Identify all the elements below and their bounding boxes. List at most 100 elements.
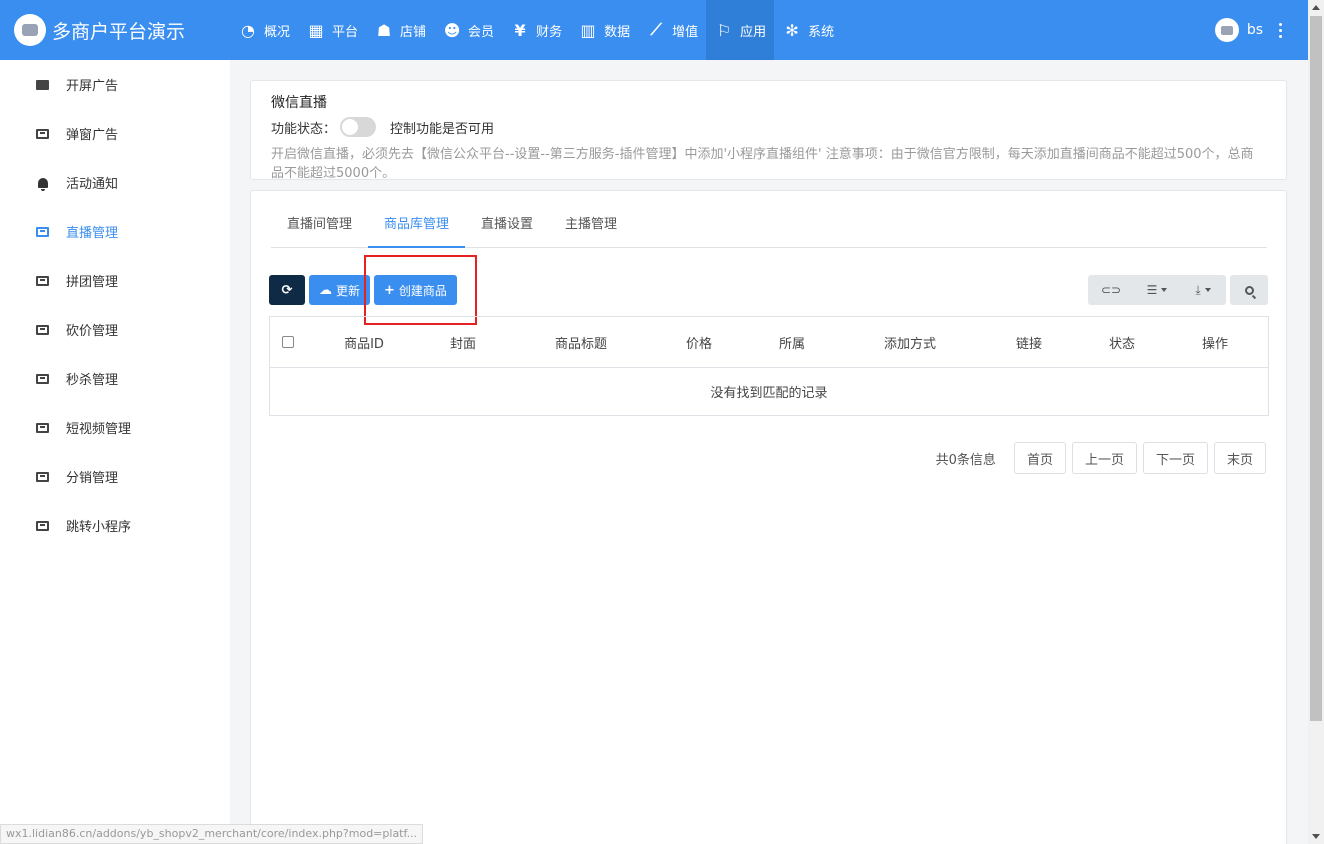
toolbar-right: ⊂⊃ ☰ ⤓ (1088, 275, 1268, 305)
empty-state: 没有找到匹配的记录 (710, 386, 828, 401)
column-header[interactable]: 商品ID (306, 333, 422, 352)
nav-label: 店铺 (400, 24, 427, 40)
ad-icon (36, 520, 49, 531)
tab-anchors[interactable]: 主播管理 (549, 207, 633, 248)
table-tools: ⊂⊃ ☰ ⤓ (1088, 275, 1226, 305)
sidebar-item-label: 砍价管理 (66, 324, 119, 339)
select-all-checkbox[interactable] (282, 336, 294, 348)
tab-live-rooms[interactable]: 直播间管理 (271, 207, 368, 248)
last-page-button[interactable]: 末页 (1213, 442, 1266, 474)
sidebar-item-splash-ad[interactable]: 开屏广告 (0, 60, 230, 109)
scroll-thumb[interactable] (1310, 16, 1322, 721)
nav-item-data[interactable]: ▥ 数据 (570, 0, 638, 60)
card-title: 微信直播 (271, 95, 327, 111)
brand-title: 多商户平台演示 (52, 20, 186, 43)
column-header[interactable]: 状态 (1082, 333, 1162, 352)
ad-icon (36, 128, 49, 139)
nav-item-apps[interactable]: ⚐ 应用 (706, 0, 775, 60)
first-page-button[interactable]: 首页 (1013, 442, 1066, 474)
nav-label: 平台 (332, 24, 359, 40)
main-nav: ◔ 概况 ▦ 平台 ☗ 店铺 ☻ 会员 ¥ 财务 ▥ 数据 ⟋ 增值 ⚐ 应用 (230, 0, 842, 60)
more-menu-icon[interactable] (1279, 22, 1282, 38)
column-header[interactable]: 价格 (658, 333, 740, 352)
users-icon: ☗ (376, 20, 392, 40)
sidebar-item-popup-ad[interactable]: 弹窗广告 (0, 109, 230, 158)
tab-live-settings[interactable]: 直播设置 (465, 207, 549, 248)
sidebar-item-label: 直播管理 (66, 226, 119, 241)
sidebar: 开屏广告 弹窗广告 活动通知 直播管理 拼团管理 砍价管理 秒杀管理 短视频管理… (0, 60, 230, 844)
column-header[interactable]: 链接 (976, 333, 1082, 352)
dashboard-icon: ◔ (241, 20, 255, 40)
column-header[interactable]: 操作 (1162, 333, 1268, 352)
chevron-down-icon (1204, 288, 1211, 292)
brand-logo (14, 14, 46, 46)
yen-icon: ¥ (514, 20, 526, 40)
update-button[interactable]: ☁ 更新 (309, 275, 371, 305)
nav-item-finance[interactable]: ¥ 财务 (502, 0, 570, 60)
cloud-download-icon: ☁ (319, 282, 332, 298)
page-scrollbar[interactable] (1308, 0, 1324, 844)
user-area: bs (1214, 18, 1308, 42)
nav-item-stores[interactable]: ☗ 店铺 (366, 0, 434, 60)
next-page-button[interactable]: 下一页 (1142, 442, 1208, 474)
toggle-icon: ⊂⊃ (1100, 283, 1122, 297)
table-header: 商品ID 封面 商品标题 价格 所属 添加方式 链接 状态 操作 (270, 317, 1268, 368)
sidebar-item-distribution[interactable]: 分销管理 (0, 452, 230, 501)
sidebar-item-label: 秒杀管理 (66, 373, 119, 388)
download-icon: ⤓ (1195, 282, 1201, 297)
nav-item-system[interactable]: ✻ 系统 (774, 0, 842, 60)
pagination: 共0条信息 首页 上一页 下一页 末页 (936, 442, 1266, 474)
line-chart-icon: ⟋ (650, 20, 662, 39)
column-header[interactable]: 封面 (422, 333, 504, 352)
bar-chart-icon: ▥ (580, 20, 596, 40)
sidebar-item-label: 短视频管理 (66, 422, 132, 437)
update-label: 更新 (336, 283, 361, 298)
sidebar-item-label: 开屏广告 (66, 79, 119, 94)
toggle-hint: 控制功能是否可用 (390, 121, 495, 137)
ad-icon (36, 373, 49, 384)
username[interactable]: bs (1247, 22, 1263, 38)
main-card: 直播间管理 商品库管理 直播设置 主播管理 ⟳ ☁ 更新 + 创建商品 ⊂⊃ ☰… (250, 190, 1287, 844)
sidebar-item-live[interactable]: 直播管理 (0, 207, 230, 256)
nav-label: 数据 (604, 24, 631, 40)
tab-product-library[interactable]: 商品库管理 (368, 207, 466, 248)
nav-label: 会员 (468, 24, 495, 40)
column-header[interactable]: 商品标题 (504, 333, 658, 352)
gear-icon: ✻ (785, 20, 799, 40)
nav-label: 增值 (672, 24, 699, 40)
sidebar-item-group-buy[interactable]: 拼团管理 (0, 256, 230, 305)
nav-label: 财务 (536, 24, 563, 40)
nav-label: 应用 (740, 24, 767, 40)
nav-item-overview[interactable]: ◔ 概况 (230, 0, 298, 60)
column-header[interactable]: 添加方式 (844, 333, 976, 352)
status-row: 功能状态： 控制功能是否可用 (271, 116, 1266, 138)
toggle-view-button[interactable]: ⊂⊃ (1088, 275, 1134, 305)
sidebar-item-short-video[interactable]: 短视频管理 (0, 403, 230, 452)
nav-item-value-added[interactable]: ⟋ 增值 (638, 0, 706, 60)
nav-item-members[interactable]: ☻ 会员 (434, 0, 502, 60)
flag-icon: ⚐ (716, 20, 732, 40)
scroll-up-icon[interactable] (1312, 5, 1320, 10)
ad-icon (36, 324, 49, 335)
scroll-down-icon[interactable] (1312, 834, 1320, 839)
ad-icon (36, 471, 49, 482)
sidebar-item-flash-sale[interactable]: 秒杀管理 (0, 354, 230, 403)
grid-icon: ▦ (308, 20, 324, 40)
brand[interactable]: 多商户平台演示 (0, 0, 230, 60)
columns-button[interactable]: ☰ (1134, 275, 1180, 305)
search-button[interactable] (1230, 275, 1268, 305)
prev-page-button[interactable]: 上一页 (1071, 442, 1137, 474)
export-button[interactable]: ⤓ (1180, 275, 1226, 305)
sidebar-item-label: 分销管理 (66, 471, 119, 486)
feature-toggle[interactable] (340, 117, 377, 137)
sidebar-item-notice[interactable]: 活动通知 (0, 158, 230, 207)
sidebar-item-bargain[interactable]: 砍价管理 (0, 305, 230, 354)
refresh-button[interactable]: ⟳ (269, 275, 305, 305)
top-navbar: 多商户平台演示 ◔ 概况 ▦ 平台 ☗ 店铺 ☻ 会员 ¥ 财务 ▥ 数据 ⟋ … (0, 0, 1308, 60)
sidebar-item-mini-program[interactable]: 跳转小程序 (0, 501, 230, 550)
avatar[interactable] (1214, 18, 1239, 42)
refresh-icon: ⟳ (281, 282, 293, 298)
column-header[interactable]: 所属 (740, 333, 844, 352)
ad-icon (36, 79, 49, 90)
nav-item-platform[interactable]: ▦ 平台 (298, 0, 366, 60)
